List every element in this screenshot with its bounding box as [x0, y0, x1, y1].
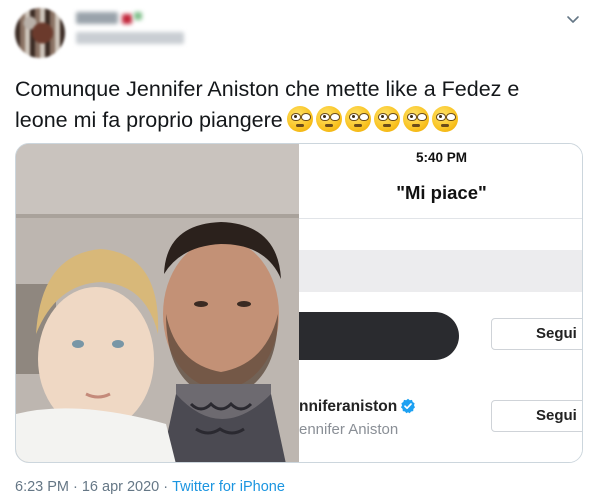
screen-title: "Mi piace": [396, 182, 487, 203]
tweet-time[interactable]: 6:23 PM: [15, 479, 69, 495]
emoji-group: [286, 106, 458, 132]
header-divider: [299, 218, 582, 219]
chevron-down-icon[interactable]: [566, 12, 580, 26]
pleading-face-emoji-icon: [344, 106, 371, 132]
tweet-meta: 6:23 PM · 16 apr 2020 · Twitter for iPhone: [15, 479, 285, 495]
tweet-text-line-2-text: leone mi fa proprio piangere: [15, 108, 283, 132]
blurred-user-name[interactable]: [76, 12, 186, 48]
status-bar-time: 5:40 PM: [415, 150, 468, 165]
pleading-face-emoji-icon: [431, 106, 458, 132]
tweet-text-line-1: Comunque Jennifer Aniston che mette like…: [15, 77, 520, 101]
tweet-source-link[interactable]: Twitter for iPhone: [172, 479, 285, 495]
phone-screenshot: 5:40 PM "Mi piace" Segui nniferaniston e…: [299, 144, 582, 462]
avatar[interactable]: [15, 8, 65, 58]
pleading-face-emoji-icon: [373, 106, 400, 132]
meta-separator: ·: [163, 479, 169, 495]
meta-separator: ·: [73, 479, 78, 495]
user-display-name: ennifer Aniston: [299, 421, 399, 438]
tweet: Comunque Jennifer Aniston che mette like…: [0, 0, 594, 503]
user-handle[interactable]: nniferaniston: [299, 398, 416, 416]
redacted-user-bar: [299, 312, 459, 360]
follow-button[interactable]: Segui: [491, 400, 582, 432]
follow-button[interactable]: Segui: [491, 318, 582, 350]
user-handle-text: nniferaniston: [299, 398, 398, 415]
gray-section-band: [299, 250, 582, 292]
pleading-face-emoji-icon: [402, 106, 429, 132]
verified-badge-icon: [400, 398, 416, 414]
tweet-text-line-2: leone mi fa proprio piangere: [15, 105, 575, 136]
photo-father-and-child[interactable]: [16, 144, 299, 462]
tweet-text: Comunque Jennifer Aniston che mette like…: [15, 74, 575, 136]
tweet-media[interactable]: 5:40 PM "Mi piace" Segui nniferaniston e…: [15, 143, 583, 463]
tweet-date[interactable]: 16 apr 2020: [82, 479, 159, 495]
pleading-face-emoji-icon: [286, 106, 313, 132]
pleading-face-emoji-icon: [315, 106, 342, 132]
